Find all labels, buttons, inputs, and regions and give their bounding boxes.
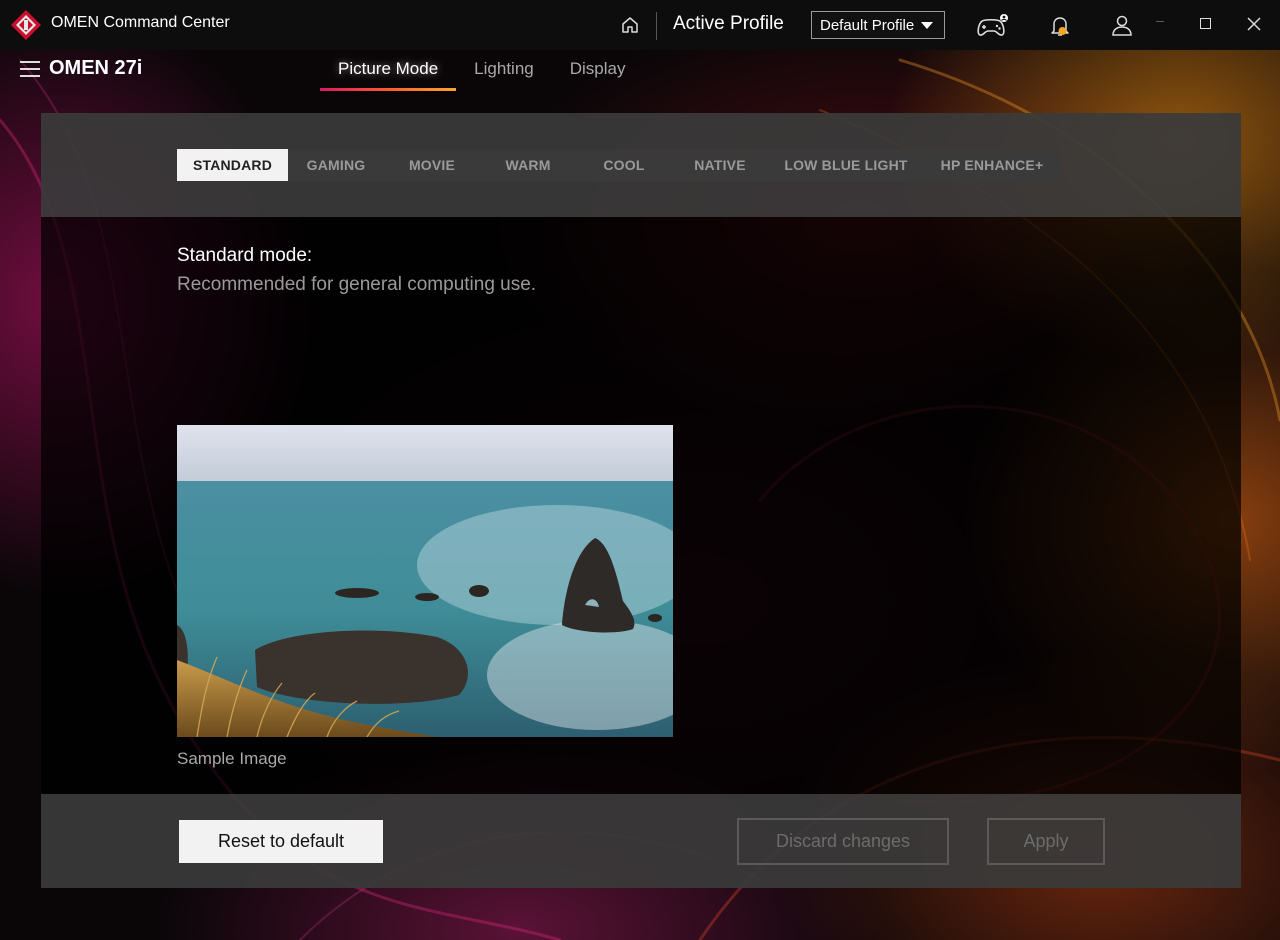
- discard-changes-button[interactable]: Discard changes: [737, 818, 949, 865]
- sample-image-caption: Sample Image: [177, 749, 287, 768]
- profile-dropdown[interactable]: Default Profile: [811, 11, 945, 39]
- sample-image: [177, 425, 673, 737]
- minimize-icon[interactable]: –: [1150, 12, 1170, 36]
- title-bar: OMEN Command Center Active Profile Defau…: [0, 0, 1280, 50]
- mode-cool-button[interactable]: COOL: [576, 149, 672, 181]
- gamepad-icon[interactable]: [975, 13, 1011, 39]
- mode-title: Standard mode:: [177, 245, 313, 266]
- titlebar-divider: [656, 12, 657, 40]
- mode-hp-enhance-button[interactable]: HP ENHANCE+: [924, 149, 1060, 181]
- reset-to-default-button[interactable]: Reset to default: [179, 820, 383, 863]
- app-title: OMEN Command Center: [51, 14, 230, 31]
- mode-gaming-button[interactable]: GAMING: [288, 149, 384, 181]
- mode-movie-button[interactable]: MOVIE: [384, 149, 480, 181]
- tab-picture-mode[interactable]: Picture Mode: [320, 50, 457, 91]
- bell-icon[interactable]: [1048, 14, 1072, 38]
- mode-content-panel: Standard mode: Recommended for general c…: [41, 217, 1241, 794]
- hamburger-icon[interactable]: [20, 61, 40, 79]
- mode-low-blue-light-button[interactable]: LOW BLUE LIGHT: [768, 149, 924, 181]
- apply-button[interactable]: Apply: [987, 818, 1105, 865]
- picture-mode-bar: STANDARD GAMING MOVIE WARM COOL NATIVE L…: [177, 149, 1060, 181]
- mode-selector-panel: STANDARD GAMING MOVIE WARM COOL NATIVE L…: [41, 113, 1241, 217]
- mode-warm-button[interactable]: WARM: [480, 149, 576, 181]
- action-footer: Reset to default Discard changes Apply: [41, 794, 1241, 888]
- chevron-down-icon: [921, 22, 933, 29]
- mode-native-button[interactable]: NATIVE: [672, 149, 768, 181]
- mode-standard-button[interactable]: STANDARD: [177, 149, 288, 181]
- tab-lighting[interactable]: Lighting: [456, 50, 552, 90]
- mode-description: Recommended for general computing use.: [177, 274, 537, 295]
- tab-bar: Picture Mode Lighting Display: [320, 50, 643, 92]
- device-name: OMEN 27i: [49, 57, 143, 79]
- home-icon[interactable]: [620, 15, 640, 35]
- close-icon[interactable]: [1246, 16, 1262, 32]
- user-icon[interactable]: [1111, 14, 1133, 36]
- omen-logo-icon: [11, 10, 41, 40]
- tab-display[interactable]: Display: [552, 50, 644, 90]
- maximize-icon[interactable]: [1200, 18, 1211, 29]
- profile-dropdown-value: Default Profile: [820, 16, 915, 34]
- active-profile-label: Active Profile: [673, 13, 784, 34]
